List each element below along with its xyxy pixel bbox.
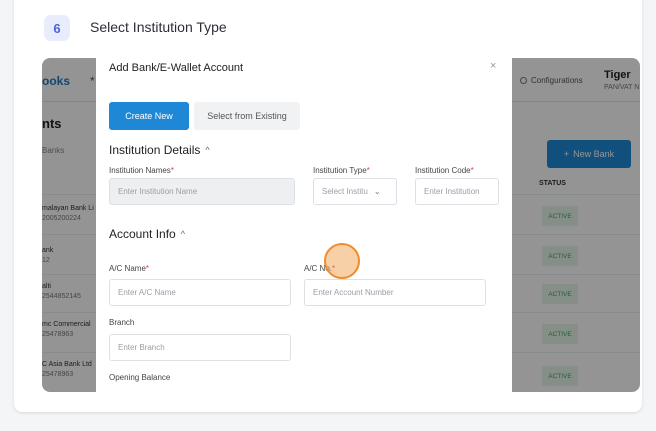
institution-code-label: Institution Code* (415, 166, 474, 175)
screenshot-frame: ooks * Configurations Tiger PAN/VAT N nt… (42, 58, 640, 392)
institution-type-select[interactable]: Select Institu ⌄ (313, 178, 397, 205)
section-title: Account Info (109, 227, 176, 241)
chevron-down-icon: ⌄ (373, 187, 381, 196)
institution-name-input[interactable]: Enter Institution Name (109, 178, 295, 205)
chevron-up-icon: ^ (205, 145, 210, 155)
select-placeholder: Select Institu (322, 187, 368, 196)
opening-balance-label: Opening Balance (109, 373, 171, 382)
click-indicator (324, 243, 360, 279)
ac-number-input[interactable]: Enter Account Number (304, 279, 486, 306)
select-existing-tab[interactable]: Select from Existing (194, 102, 300, 130)
create-new-tab[interactable]: Create New (109, 102, 189, 130)
close-icon[interactable]: × (490, 60, 496, 72)
section-title: Institution Details (109, 143, 201, 157)
add-bank-modal: Add Bank/E-Wallet Account × Create New S… (96, 58, 512, 392)
branch-input[interactable]: Enter Branch (109, 334, 291, 361)
ac-name-input[interactable]: Enter A/C Name (109, 279, 291, 306)
modal-title: Add Bank/E-Wallet Account (109, 62, 244, 74)
tutorial-background: 6 Select Institution Type ooks * Configu… (0, 0, 656, 431)
institution-names-label: Institution Names* (109, 166, 174, 175)
account-info-header[interactable]: Account Info ^ (109, 227, 185, 241)
institution-details-header[interactable]: Institution Details ^ (109, 143, 210, 157)
institution-code-input[interactable]: Enter Institution (415, 178, 499, 205)
step-card: 6 Select Institution Type ooks * Configu… (14, 0, 642, 412)
step-title: Select Institution Type (90, 19, 227, 35)
step-number-badge: 6 (44, 15, 70, 41)
institution-type-label: Institution Type* (313, 166, 370, 175)
branch-label: Branch (109, 318, 135, 327)
chevron-up-icon: ^ (180, 229, 185, 239)
ac-name-label: A/C Name* (109, 264, 150, 273)
